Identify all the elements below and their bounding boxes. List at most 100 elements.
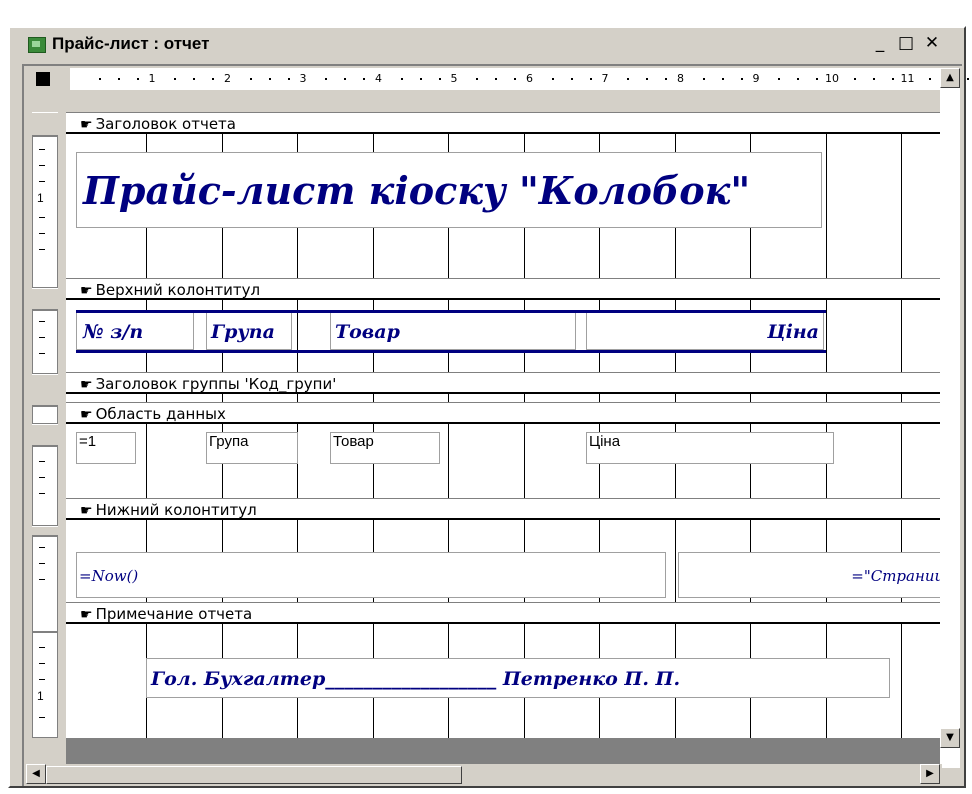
band-report-footer-text: Примечание отчета [95, 605, 253, 623]
detail-field-product[interactable]: Товар [330, 432, 440, 464]
detail-field-group[interactable]: Група [206, 432, 298, 464]
band-detail[interactable]: ☛ Область данных [66, 402, 940, 424]
vruler-section-detail [32, 446, 58, 526]
ruler-number: 6 [526, 72, 533, 85]
vruler-section-page-footer [32, 536, 58, 632]
footer-date-field[interactable]: =Now() [76, 552, 666, 598]
ruler-number: 5 [450, 72, 458, 85]
band-page-header-text: Верхний колонтитул [95, 281, 261, 299]
report-design-surface[interactable]: ☛ Заголовок отчета Прайс-лист кіоску "Кол… [66, 112, 940, 738]
scroll-left-button[interactable]: ◀ [26, 764, 46, 784]
band-page-footer-text: Нижний колонтитул [95, 501, 257, 519]
pointing-hand-icon: ☛ [80, 377, 93, 393]
ruler-tick [589, 78, 592, 80]
select-report-button[interactable] [36, 72, 50, 86]
horizontal-ruler[interactable]: 1 2 3 4 5 6 7 8 9 10 11 [70, 68, 970, 90]
ruler-tick [117, 78, 120, 80]
ruler-number: 7 [601, 72, 609, 85]
ruler-tick [797, 78, 800, 80]
footer-page-field[interactable]: ="Страниц [678, 552, 940, 598]
ruler-tick [344, 78, 347, 80]
ruler-tick [570, 78, 573, 80]
header-top-line[interactable] [76, 310, 826, 313]
ruler-tick [438, 78, 441, 80]
detail-field-number[interactable]: =1 [76, 432, 136, 464]
ruler-number: 1 [148, 72, 156, 85]
ruler-tick [514, 78, 517, 80]
ruler-tick [212, 78, 215, 80]
pointing-hand-icon: ☛ [80, 503, 93, 519]
header-label-product[interactable]: Товар [330, 312, 576, 350]
ruler-tick [495, 78, 498, 80]
band-page-footer[interactable]: ☛ Нижний колонтитул [66, 498, 940, 520]
report-title-label[interactable]: Прайс-лист кіоску "Колобок" [76, 152, 822, 228]
ruler-tick [419, 78, 422, 80]
ruler-tick [136, 78, 139, 80]
ruler-number: 8 [677, 72, 684, 85]
ruler-tick [249, 78, 252, 80]
band-label-group-header: ☛ Заголовок группы 'Код_групи' [80, 375, 336, 393]
ruler-tick [400, 78, 403, 80]
band-report-footer[interactable]: ☛ Примечание отчета [66, 602, 940, 624]
ruler-tick [891, 78, 894, 80]
band-page-header[interactable]: ☛ Верхний колонтитул [66, 278, 940, 300]
ruler-tick [551, 78, 554, 80]
minimize-button[interactable]: _ [868, 33, 892, 55]
detail-field-price[interactable]: Ціна [586, 432, 834, 464]
ruler-tick [98, 78, 101, 80]
ruler-tick [363, 78, 366, 80]
band-group-header[interactable]: ☛ Заголовок группы 'Код_групи' [66, 372, 940, 394]
scroll-up-button[interactable]: ▲ [940, 68, 960, 88]
ruler-tick [627, 78, 630, 80]
ruler-number: 11 [900, 72, 915, 85]
scroll-down-button[interactable]: ▼ [940, 728, 960, 748]
band-label-page-header: ☛ Верхний колонтитул [80, 281, 260, 299]
pointing-hand-icon: ☛ [80, 607, 93, 623]
band-group-header-text: Заголовок группы 'Код_групи' [95, 375, 337, 393]
vruler-section-report-header: 1 [32, 136, 58, 288]
ruler-tick [816, 78, 819, 80]
ruler-tick [268, 78, 271, 80]
header-bottom-line[interactable] [76, 350, 826, 353]
band-label-page-footer: ☛ Нижний колонтитул [80, 501, 257, 519]
window-title: Прайс-лист : отчет [52, 34, 210, 53]
vruler-band-page-footer[interactable] [32, 526, 58, 536]
header-label-number[interactable]: № з/п [76, 312, 194, 350]
ruler-tick [967, 78, 970, 80]
band-report-header-text: Заголовок отчета [95, 115, 236, 133]
ruler-number: 10 [825, 72, 839, 85]
ruler-tick [853, 78, 856, 80]
scroll-right-button[interactable]: ▶ [920, 764, 940, 784]
maximize-button[interactable]: □ [894, 33, 918, 55]
ruler-tick [287, 78, 290, 80]
ruler-number: 9 [752, 72, 760, 85]
pointing-hand-icon: ☛ [80, 407, 93, 423]
ruler-tick [665, 78, 668, 80]
pointing-hand-icon: ☛ [80, 117, 93, 133]
grid-line [825, 112, 827, 738]
vruler-section-page-header [32, 310, 58, 374]
vruler-section-group [32, 406, 58, 424]
ruler-number: 3 [299, 72, 307, 85]
band-label-report-header: ☛ Заголовок отчета [80, 115, 236, 133]
vertical-ruler[interactable]: 1 1 [32, 112, 58, 738]
ruler-tick [872, 78, 875, 80]
close-button[interactable]: ✕ [920, 33, 944, 55]
vertical-scrollbar[interactable]: ▲ ▼ [940, 68, 960, 768]
signature-label[interactable]: Гол. Бухгалтер__________________ Петренк… [146, 658, 890, 698]
surface-bottom-area [66, 738, 940, 764]
header-label-group[interactable]: Група [206, 312, 292, 350]
band-report-header[interactable]: ☛ Заголовок отчета [66, 112, 940, 134]
ruler-number: 4 [375, 72, 382, 85]
report-icon [28, 37, 46, 53]
vruler-band-group-header[interactable] [32, 374, 58, 406]
horizontal-scroll-thumb[interactable] [46, 766, 462, 784]
vruler-band-page-header[interactable] [32, 288, 58, 310]
header-label-price[interactable]: Ціна [586, 312, 824, 350]
vruler-band-report-header[interactable] [32, 112, 58, 136]
ruler-tick [193, 78, 196, 80]
band-detail-text: Область данных [95, 405, 226, 423]
vruler-band-detail[interactable] [32, 424, 58, 446]
ruler-tick [929, 78, 932, 80]
vruler-number: 1 [37, 191, 44, 205]
